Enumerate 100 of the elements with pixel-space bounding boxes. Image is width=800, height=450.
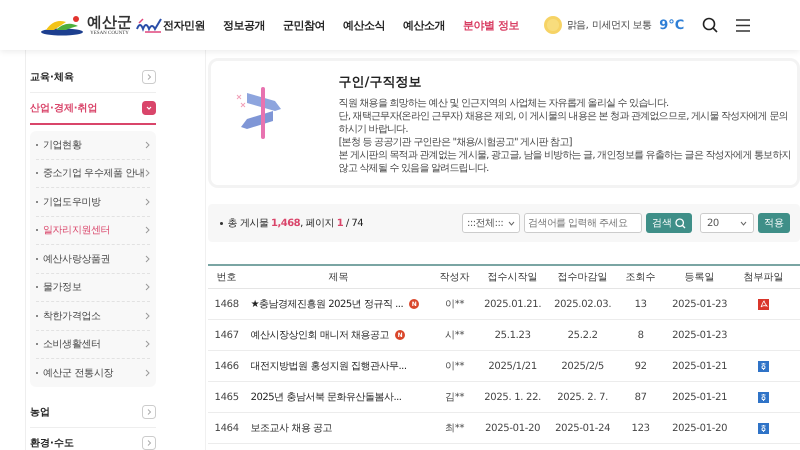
hwp-file-icon[interactable] <box>758 360 770 372</box>
table-cell-text: 2025.01.21. <box>483 298 542 310</box>
table-cell-text: 25.2.2 <box>566 330 599 340</box>
table-cell-text: 13 <box>634 298 648 310</box>
table-cell-text: 2025-01-21 <box>671 360 728 372</box>
weather-condition: 맑음, <box>566 19 588 32</box>
intro-text: 단, 재택근무자(온라인 근무자) 채용은 제외, 이 게시물의 내용은 본 청과 관계없으므로, 게시물 작성자에게 문의하시기 바랍니다. <box>338 110 789 136</box>
sidebar-item-label: 환경·수도 <box>30 436 74 450</box>
logo-title[interactable]: 예산군 <box>87 14 132 30</box>
table-cell-text: 1464 <box>214 422 240 434</box>
table-cell-text: 2025-01-23 <box>671 330 728 340</box>
hwp-file-icon[interactable] <box>758 422 770 434</box>
submenu-item-label: 중소기업 우수제품 안내 <box>43 167 145 180</box>
submenu-item[interactable]: 기업현황 <box>36 131 150 160</box>
sidebar-item[interactable]: 산업·경제·취업 <box>30 93 156 125</box>
sidebar-item-label: 농업 <box>30 406 50 418</box>
bullet-icon <box>220 222 223 224</box>
submenu-item-label: 기업현황 <box>43 138 83 152</box>
submenu-item[interactable]: 물가정보 <box>36 274 150 302</box>
table-cell-text: 25.1.23 <box>494 330 532 340</box>
category-select[interactable]: :::전체::: <box>462 213 520 233</box>
submenu-item[interactable]: 착한가격업소 <box>36 302 150 330</box>
page-size-select[interactable]: 20 <box>700 213 754 233</box>
hwp-file-icon[interactable] <box>758 392 770 402</box>
submenu-item[interactable]: 기업도우미방 <box>36 188 150 216</box>
chevron-icon <box>144 340 150 348</box>
submenu-item[interactable]: 예산사랑상품권 <box>36 245 150 274</box>
sidebar-item-label: 교육·체육 <box>30 71 74 84</box>
menu-icon[interactable] <box>736 18 750 32</box>
sidebar-item-label: 산업·경제·취업 <box>30 102 98 115</box>
table-cell-text: 2025-01-21 <box>671 392 728 402</box>
table-cell-text: 8 <box>636 330 645 340</box>
column-header: 접수시작일 <box>486 271 539 284</box>
submenu-item-label: 예산군 전통시장 <box>43 366 114 380</box>
chevron-icon <box>144 312 150 320</box>
chevron-icon <box>144 140 150 149</box>
search-icon[interactable] <box>702 17 718 33</box>
chevron-icon <box>144 254 150 263</box>
table-cell-text: 2025. 2. 7. <box>556 392 610 402</box>
expand-toggle-icon[interactable] <box>142 70 156 84</box>
intro-title: 구인/구직정보 <box>338 74 422 91</box>
submenu-item[interactable]: 예산군 전통시장 <box>36 359 150 386</box>
submenu-item[interactable]: 일자리지원센터 <box>36 216 150 245</box>
intro-text: [본청 등 공공기관 구인란은 "채용/시험공고" 게시판 참고] <box>338 136 573 149</box>
column-header: 제목 <box>328 271 350 284</box>
nav-link[interactable]: 전자민원 <box>163 18 205 32</box>
search-button[interactable]: 검색 <box>646 213 692 233</box>
nav-link[interactable]: 정보공개 <box>223 18 265 32</box>
table-cell-text: 2025-01-20 <box>671 422 728 434</box>
table-cell-text: 2025. 1. 22. <box>483 392 542 402</box>
table-cell-text: 2025/2/5 <box>560 360 605 372</box>
expand-toggle-icon[interactable] <box>142 101 156 115</box>
post-title-link[interactable]: ★충남경제진흥원 2025년 정규직 ... <box>250 297 404 311</box>
pdf-file-icon[interactable] <box>758 298 770 310</box>
table-cell-text: 1465 <box>214 392 240 402</box>
caret-icon <box>508 220 515 226</box>
table-cell-text: 92 <box>634 360 648 372</box>
table-cell-text: 이** <box>444 298 466 311</box>
post-title-link[interactable]: 보조교사 채용 공고 <box>250 421 332 435</box>
apply-button[interactable]: 적용 <box>758 213 790 233</box>
table-cell-text: 이** <box>444 360 466 373</box>
chevron-icon <box>144 169 150 178</box>
expand-toggle-icon[interactable] <box>142 436 156 450</box>
table-cell-text: 123 <box>630 422 651 434</box>
nav-link[interactable]: 예산소개 <box>403 18 445 32</box>
post-title-link[interactable]: 예산시장상인회 매니저 채용공고 <box>250 328 389 342</box>
county-logo-icon <box>40 14 84 36</box>
table-cell-text: 2025/1/21 <box>487 360 538 372</box>
column-header: 등록일 <box>684 271 716 284</box>
submenu-item-label: 기업도우미방 <box>43 196 102 209</box>
sun-icon <box>542 15 563 35</box>
table-cell-text: 2025.02.03. <box>553 298 612 310</box>
table-cell-text: 87 <box>634 392 648 402</box>
chevron-icon <box>144 198 150 206</box>
nav-link[interactable]: 예산소식 <box>343 18 385 32</box>
search-field[interactable]: 검색어를 입력해 주세요 <box>524 213 642 233</box>
column-header: 첨부파일 <box>742 271 785 284</box>
table-cell-text: 1466 <box>214 360 240 372</box>
table-cell-text: 2025-01-23 <box>671 298 728 310</box>
submenu-item[interactable]: 중소기업 우수제품 안내 <box>36 160 150 188</box>
submenu-item-label: 물가정보 <box>43 281 82 294</box>
intro-text: 직원 채용을 희망하는 예산 및 인근지역의 사업체는 자유롭게 올리실 수 있습니다. <box>338 97 670 110</box>
intro-text: 본 게시판의 목적과 관계없는 게시물, 광고글, 남을 비방하는 글, 개인정보를 유출하는 글은 작성자에게 통보하지 않고 삭제될 수 있음을 알려드립니다. <box>338 149 791 175</box>
post-title-link[interactable]: 2025년 충남서북 문화유산돌봄사... <box>250 390 402 404</box>
post-title-link[interactable]: 대전지방법원 홍성지원 집행관사무... <box>250 359 407 373</box>
temperature: 9°C <box>659 18 684 32</box>
table-cell-text: 최** <box>444 422 466 435</box>
nav-link[interactable]: 군민참여 <box>283 18 325 32</box>
post-count-summary: 총 게시물 1,468, 페이지 1 / 74 <box>228 217 364 230</box>
submenu-item[interactable]: 소비생활센터 <box>36 330 150 359</box>
expand-toggle-icon[interactable] <box>142 404 156 418</box>
chevron-icon <box>144 283 150 292</box>
sidebar-item[interactable]: 환경·수도 <box>30 428 156 450</box>
air-quality: 미세먼지 보통 <box>592 19 652 32</box>
submenu-item-label: 예산사랑상품권 <box>43 252 112 266</box>
table-cell-text: 1467 <box>214 330 240 340</box>
chevron-icon <box>144 226 150 234</box>
sidebar-item[interactable]: 농업 <box>30 396 156 428</box>
nav-link[interactable]: 분야별 정보 <box>463 18 519 32</box>
sidebar-item[interactable]: 교육·체육 <box>30 62 156 93</box>
